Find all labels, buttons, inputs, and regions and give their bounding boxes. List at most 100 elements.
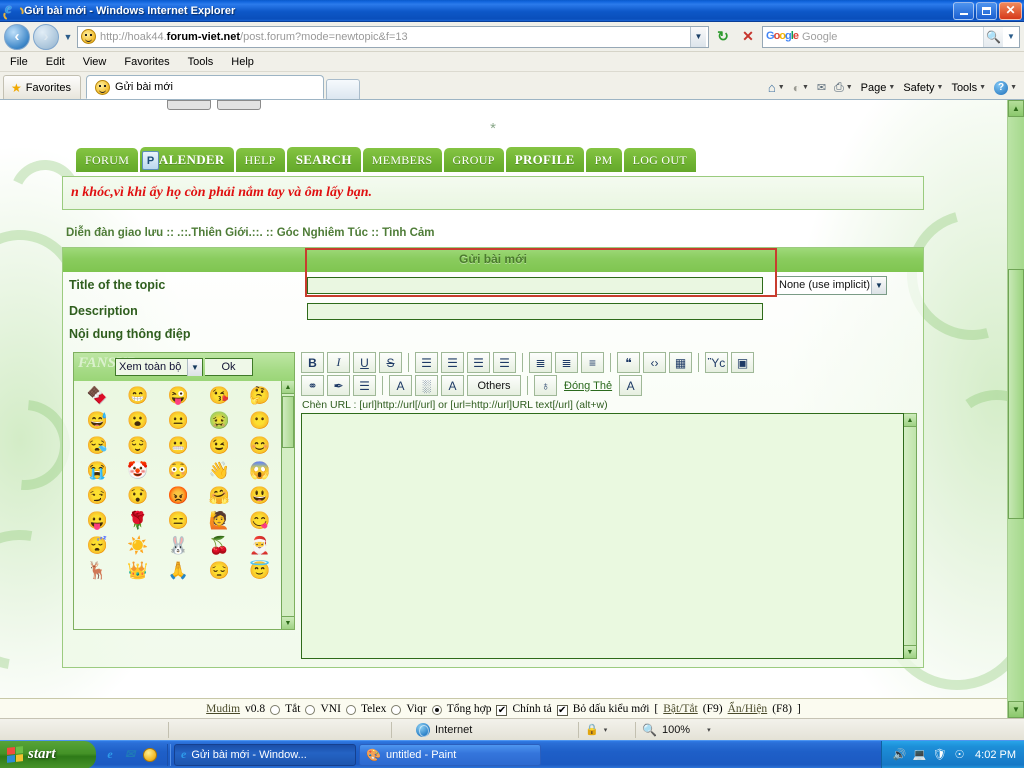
menu-edit[interactable]: Edit bbox=[44, 55, 67, 69]
emoticon-25[interactable]: 😛 bbox=[78, 510, 117, 533]
numbered-list-button[interactable]: ≣ bbox=[555, 352, 578, 373]
menu-view[interactable]: View bbox=[81, 55, 109, 69]
maximize-button[interactable] bbox=[976, 1, 997, 20]
menu-favorites[interactable]: Favorites bbox=[122, 55, 171, 69]
link-button[interactable]: ⚭ bbox=[301, 375, 324, 396]
scroll-up-button[interactable]: ▲ bbox=[904, 414, 916, 427]
page-scroll-down-button[interactable]: ▼ bbox=[1008, 701, 1024, 718]
emoticon-7[interactable]: 😐 bbox=[159, 410, 198, 433]
message-textarea[interactable] bbox=[301, 413, 904, 659]
page-scroll-thumb[interactable] bbox=[1008, 269, 1024, 519]
page-scrollbar[interactable]: ▲ ▼ bbox=[1007, 100, 1024, 718]
image-gallery-button[interactable]: ▣ bbox=[731, 352, 754, 373]
mail-button[interactable]: ✉ bbox=[814, 80, 829, 95]
emoticon-30[interactable]: 😴 bbox=[78, 535, 117, 558]
radio-telex[interactable] bbox=[345, 704, 356, 715]
back-button[interactable]: ‹ bbox=[4, 23, 30, 50]
scroll-up-button[interactable]: ▲ bbox=[282, 381, 294, 394]
strikethrough-button[interactable]: S bbox=[379, 352, 402, 373]
breadcrumb[interactable]: Diễn đàn giao lưu :: .::.Thiên Giới.::. … bbox=[62, 227, 924, 239]
radio-viqr[interactable] bbox=[391, 704, 402, 715]
emoticon-4[interactable]: 🤔 bbox=[240, 385, 279, 408]
align-center-button[interactable]: ☰ bbox=[441, 352, 464, 373]
emoticon-6[interactable]: 😮 bbox=[119, 410, 158, 433]
outlook-express-icon[interactable]: ✉ bbox=[122, 747, 138, 763]
font-size-button[interactable]: A bbox=[619, 375, 643, 396]
update-icon[interactable]: ☉ bbox=[952, 747, 967, 762]
forward-button[interactable]: › bbox=[33, 23, 59, 50]
nav-tab-pm[interactable]: PM bbox=[585, 148, 622, 172]
mudim-hide-link[interactable]: Ẩn/Hiện bbox=[728, 703, 768, 715]
new-tab-button[interactable] bbox=[326, 79, 361, 99]
menu-help[interactable]: Help bbox=[229, 55, 256, 69]
emoticon-22[interactable]: 😡 bbox=[159, 485, 198, 508]
chevron-down-icon[interactable]: ▾ bbox=[604, 726, 608, 734]
safety-menu-button[interactable]: Safety ▼ bbox=[900, 81, 946, 95]
mudim-spellcheck-label[interactable]: Chính tả bbox=[512, 703, 551, 715]
system-clock[interactable]: 4:02 PM bbox=[975, 749, 1016, 761]
emoticon-1[interactable]: 😁 bbox=[119, 385, 158, 408]
close-tags-link[interactable]: Đóng Thẻ bbox=[560, 375, 616, 396]
zoom-control[interactable]: 🔍 100% ▾ bbox=[636, 719, 1024, 741]
mudim-newstyle-label[interactable]: Bỏ dấu kiểu mới bbox=[573, 703, 650, 715]
security-zone[interactable]: Internet bbox=[392, 719, 578, 741]
emoticon-11[interactable]: 😌 bbox=[119, 435, 158, 458]
checkbox-spellcheck[interactable]: ✔ bbox=[496, 705, 508, 716]
globe-button[interactable]: ♁ bbox=[534, 375, 557, 396]
align-right-button[interactable]: ☰ bbox=[467, 352, 490, 373]
menu-file[interactable]: File bbox=[8, 55, 30, 69]
emoticon-16[interactable]: 🤡 bbox=[119, 460, 158, 483]
checkbox-newstyle[interactable]: ✔ bbox=[556, 705, 568, 716]
mudim-mode-tat[interactable]: Tắt bbox=[285, 703, 300, 715]
close-button[interactable]: ✕ bbox=[999, 1, 1022, 20]
scroll-down-button[interactable]: ▼ bbox=[904, 645, 916, 658]
emoticon-29[interactable]: 😋 bbox=[240, 510, 279, 533]
emoticon-26[interactable]: 🌹 bbox=[119, 510, 158, 533]
search-icon[interactable]: 🔍 bbox=[983, 26, 1003, 47]
mudim-mode-vni[interactable]: VNI bbox=[320, 703, 340, 715]
emoticon-12[interactable]: 😬 bbox=[159, 435, 198, 458]
nav-tab-search[interactable]: SEARCH bbox=[286, 147, 361, 172]
chevron-down-icon[interactable]: ▾ bbox=[707, 726, 711, 734]
emoticon-5[interactable]: 😅 bbox=[78, 410, 117, 433]
scrollbar-track[interactable] bbox=[904, 427, 916, 645]
page-scroll-up-button[interactable]: ▲ bbox=[1008, 100, 1024, 117]
align-left-button[interactable]: ☰ bbox=[415, 352, 438, 373]
emoticon-24[interactable]: 😃 bbox=[240, 485, 279, 508]
emoticon-33[interactable]: 🍒 bbox=[200, 535, 239, 558]
emoticon-2[interactable]: 😜 bbox=[159, 385, 198, 408]
emoticon-31[interactable]: ☀️ bbox=[119, 535, 158, 558]
mudim-link[interactable]: Mudim bbox=[206, 703, 240, 715]
search-box[interactable]: Google Google 🔍 ▼ bbox=[762, 25, 1020, 48]
underline-button[interactable]: U bbox=[353, 352, 376, 373]
nav-tab-members[interactable]: MEMBERS bbox=[362, 148, 442, 172]
page-menu-button[interactable]: Page ▼ bbox=[858, 81, 899, 95]
page-scroll-track[interactable] bbox=[1008, 117, 1024, 701]
insert-image-button[interactable]: Ὓc bbox=[705, 352, 728, 373]
emoticon-0[interactable]: 🍫 bbox=[78, 385, 117, 408]
home-button[interactable]: ⌂ ▼ bbox=[765, 79, 788, 96]
taskbar-window-paint[interactable]: 🎨 untitled - Paint bbox=[359, 743, 541, 766]
emoticon-9[interactable]: 😶 bbox=[240, 410, 279, 433]
nav-tab-profile[interactable]: PROFILE bbox=[505, 147, 584, 172]
url-dropdown-caret[interactable]: ▼ bbox=[690, 26, 706, 47]
emoticon-10[interactable]: 😪 bbox=[78, 435, 117, 458]
recent-pages-caret[interactable]: ▼ bbox=[62, 32, 74, 42]
mudim-toggle-link[interactable]: Bật/Tắt bbox=[663, 703, 698, 715]
textarea-scrollbar[interactable]: ▲ ▼ bbox=[904, 413, 917, 659]
emoticon-15[interactable]: 😭 bbox=[78, 460, 117, 483]
taskbar-window-ie[interactable]: e Gửi bài mới - Window... bbox=[174, 743, 356, 766]
radio-tat[interactable] bbox=[270, 704, 281, 715]
nav-tab-help[interactable]: HELP bbox=[235, 148, 285, 172]
feeds-button[interactable]: ◐ ▼ bbox=[790, 80, 812, 96]
align-justify-button[interactable]: ☰ bbox=[493, 352, 516, 373]
italic-button[interactable]: I bbox=[327, 352, 350, 373]
emoticon-37[interactable]: 🙏 bbox=[159, 560, 198, 583]
internet-explorer-icon[interactable]: e bbox=[102, 747, 118, 763]
emoticon-28[interactable]: 🙋 bbox=[200, 510, 239, 533]
help-menu-button[interactable]: ? ▼ bbox=[991, 80, 1020, 96]
emoticon-17[interactable]: 😳 bbox=[159, 460, 198, 483]
signature-pen-button[interactable]: ✒ bbox=[327, 375, 350, 396]
emoticon-14[interactable]: 😊 bbox=[240, 435, 279, 458]
scroll-down-button[interactable]: ▼ bbox=[282, 616, 294, 629]
